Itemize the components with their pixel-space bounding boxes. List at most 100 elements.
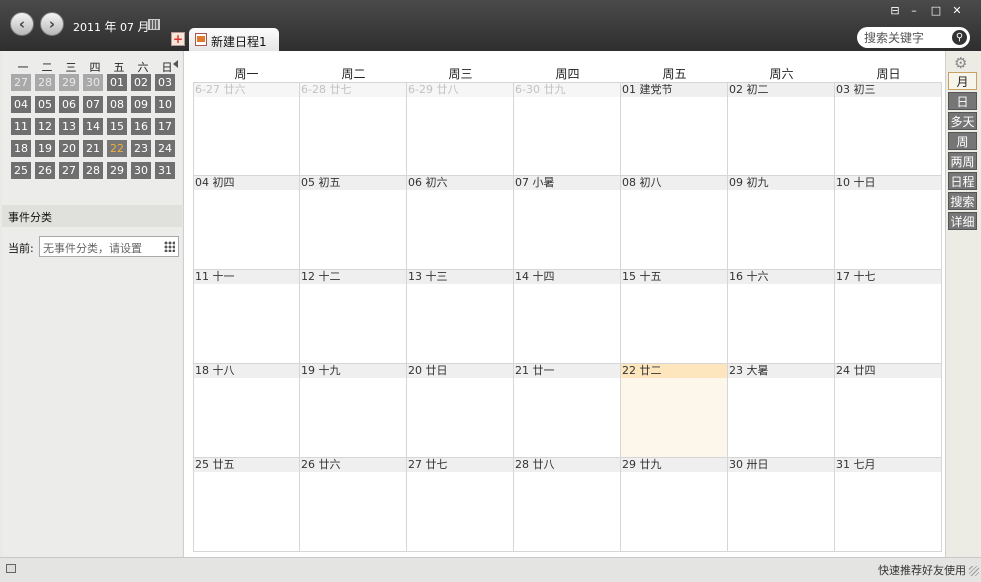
day-label: 31 七月 xyxy=(835,458,941,472)
weekday-label: 周六 xyxy=(769,67,794,81)
day-cell[interactable]: 13 十三 xyxy=(407,270,514,364)
mini-day-cell[interactable]: 04 xyxy=(11,96,31,113)
search-icon[interactable]: ⚲ xyxy=(952,30,967,45)
mini-day-cell[interactable]: 18 xyxy=(11,140,31,157)
mini-day-cell[interactable]: 30 xyxy=(83,74,103,91)
mini-day-cell[interactable]: 28 xyxy=(83,162,103,179)
day-cell[interactable]: 28 廿八 xyxy=(514,458,621,552)
calendar-picker-icon[interactable] xyxy=(148,19,160,30)
mini-day-cell[interactable]: 02 xyxy=(131,74,151,91)
mini-day-cell[interactable]: 06 xyxy=(59,96,79,113)
day-cell[interactable]: 04 初四 xyxy=(193,176,300,270)
view-button[interactable]: 日 xyxy=(948,92,977,110)
day-cell[interactable]: 6-28 廿七 xyxy=(300,82,407,176)
day-cell[interactable]: 02 初二 xyxy=(728,82,835,176)
mini-day-cell[interactable]: 13 xyxy=(59,118,79,135)
day-cell[interactable]: 01 建党节 xyxy=(621,82,728,176)
day-cell[interactable]: 15 十五 xyxy=(621,270,728,364)
mini-day-cell[interactable]: 28 xyxy=(35,74,55,91)
day-cell[interactable]: 11 十一 xyxy=(193,270,300,364)
view-button[interactable]: 两周 xyxy=(948,152,977,170)
lock-icon[interactable] xyxy=(6,564,16,573)
day-cell[interactable]: 6-27 廿六 xyxy=(193,82,300,176)
maximize-icon[interactable]: □ xyxy=(928,4,944,17)
day-cell[interactable]: 10 十日 xyxy=(835,176,942,270)
minimize-icon[interactable]: – xyxy=(906,4,922,17)
mini-day-cell[interactable]: 20 xyxy=(59,140,79,157)
day-cell[interactable]: 19 十九 xyxy=(300,364,407,458)
day-cell[interactable]: 22 廿二 xyxy=(621,364,728,458)
mini-day-cell[interactable]: 25 xyxy=(11,162,31,179)
day-cell[interactable]: 24 廿四 xyxy=(835,364,942,458)
resize-grip-icon[interactable] xyxy=(969,566,979,576)
view-button[interactable]: 日程 xyxy=(948,172,977,190)
day-cell[interactable]: 06 初六 xyxy=(407,176,514,270)
view-button[interactable]: 月 xyxy=(948,72,977,90)
mini-day-cell[interactable]: 27 xyxy=(59,162,79,179)
recommend-friends-link[interactable]: 快速推荐好友使用 xyxy=(878,562,966,578)
mini-day-cell[interactable]: 19 xyxy=(35,140,55,157)
day-cell[interactable]: 18 十八 xyxy=(193,364,300,458)
day-cell[interactable]: 12 十二 xyxy=(300,270,407,364)
mini-day-cell[interactable]: 15 xyxy=(107,118,127,135)
gear-icon[interactable]: ⚙ xyxy=(954,54,967,72)
mini-day-cell[interactable]: 29 xyxy=(107,162,127,179)
day-cell[interactable]: 6-30 廿九 xyxy=(514,82,621,176)
mini-day-cell[interactable]: 10 xyxy=(155,96,175,113)
day-cell[interactable]: 03 初三 xyxy=(835,82,942,176)
mini-day-cell[interactable]: 23 xyxy=(131,140,151,157)
mini-day-cell[interactable]: 30 xyxy=(131,162,151,179)
mini-day-cell[interactable]: 29 xyxy=(59,74,79,91)
day-cell[interactable]: 08 初八 xyxy=(621,176,728,270)
mini-day-cell[interactable]: 14 xyxy=(83,118,103,135)
mini-day-cell[interactable]: 22 xyxy=(107,140,127,157)
day-cell[interactable]: 05 初五 xyxy=(300,176,407,270)
day-label: 11 十一 xyxy=(194,270,299,284)
day-cell[interactable]: 23 大暑 xyxy=(728,364,835,458)
mini-day-cell[interactable]: 01 xyxy=(107,74,127,91)
day-cell[interactable]: 21 廿一 xyxy=(514,364,621,458)
day-cell[interactable]: 25 廿五 xyxy=(193,458,300,552)
tab-new-schedule[interactable]: 新建日程1 xyxy=(189,28,279,51)
mini-day-cell[interactable]: 17 xyxy=(155,118,175,135)
mini-day-cell[interactable]: 21 xyxy=(83,140,103,157)
mini-day-cell[interactable]: 07 xyxy=(83,96,103,113)
category-select[interactable]: 无事件分类，请设置 xyxy=(39,236,179,257)
view-button[interactable]: 详细 xyxy=(948,212,977,230)
mini-day-cell[interactable]: 09 xyxy=(131,96,151,113)
mini-day-cell[interactable]: 03 xyxy=(155,74,175,91)
day-cell[interactable]: 31 七月 xyxy=(835,458,942,552)
search-input[interactable]: 搜索关键字 ⚲ xyxy=(857,27,970,48)
prev-month-button[interactable]: ‹ xyxy=(10,12,34,36)
day-cell[interactable]: 27 廿七 xyxy=(407,458,514,552)
day-cell[interactable]: 6-29 廿八 xyxy=(407,82,514,176)
current-month-label[interactable]: 2011 年 07 月 xyxy=(73,18,150,35)
weekday-label: 周四 xyxy=(555,67,580,81)
day-cell[interactable]: 16 十六 xyxy=(728,270,835,364)
day-cell[interactable]: 30 卅日 xyxy=(728,458,835,552)
day-cell[interactable]: 17 十七 xyxy=(835,270,942,364)
view-button[interactable]: 周 xyxy=(948,132,977,150)
mini-day-cell[interactable]: 31 xyxy=(155,162,175,179)
menu-dropdown-icon[interactable]: ⊟ xyxy=(887,4,903,17)
mini-day-cell[interactable]: 12 xyxy=(35,118,55,135)
mini-day-cell[interactable]: 11 xyxy=(11,118,31,135)
view-button[interactable]: 多天 xyxy=(948,112,977,130)
mini-day-cell[interactable]: 27 xyxy=(11,74,31,91)
day-cell[interactable]: 09 初九 xyxy=(728,176,835,270)
mini-day-cell[interactable]: 26 xyxy=(35,162,55,179)
day-cell[interactable]: 20 廿日 xyxy=(407,364,514,458)
day-cell[interactable]: 07 小暑 xyxy=(514,176,621,270)
add-tab-button[interactable]: + xyxy=(171,32,185,46)
mini-day-cell[interactable]: 08 xyxy=(107,96,127,113)
close-icon[interactable]: ✕ xyxy=(949,4,965,17)
day-cell[interactable]: 29 廿九 xyxy=(621,458,728,552)
day-cell[interactable]: 26 廿六 xyxy=(300,458,407,552)
view-button[interactable]: 搜索 xyxy=(948,192,977,210)
next-month-button[interactable]: › xyxy=(40,12,64,36)
mini-day-cell[interactable]: 24 xyxy=(155,140,175,157)
day-cell[interactable]: 14 十四 xyxy=(514,270,621,364)
mini-day-cell[interactable]: 05 xyxy=(35,96,55,113)
mini-day-cell[interactable]: 16 xyxy=(131,118,151,135)
grid-icon[interactable] xyxy=(164,241,175,252)
